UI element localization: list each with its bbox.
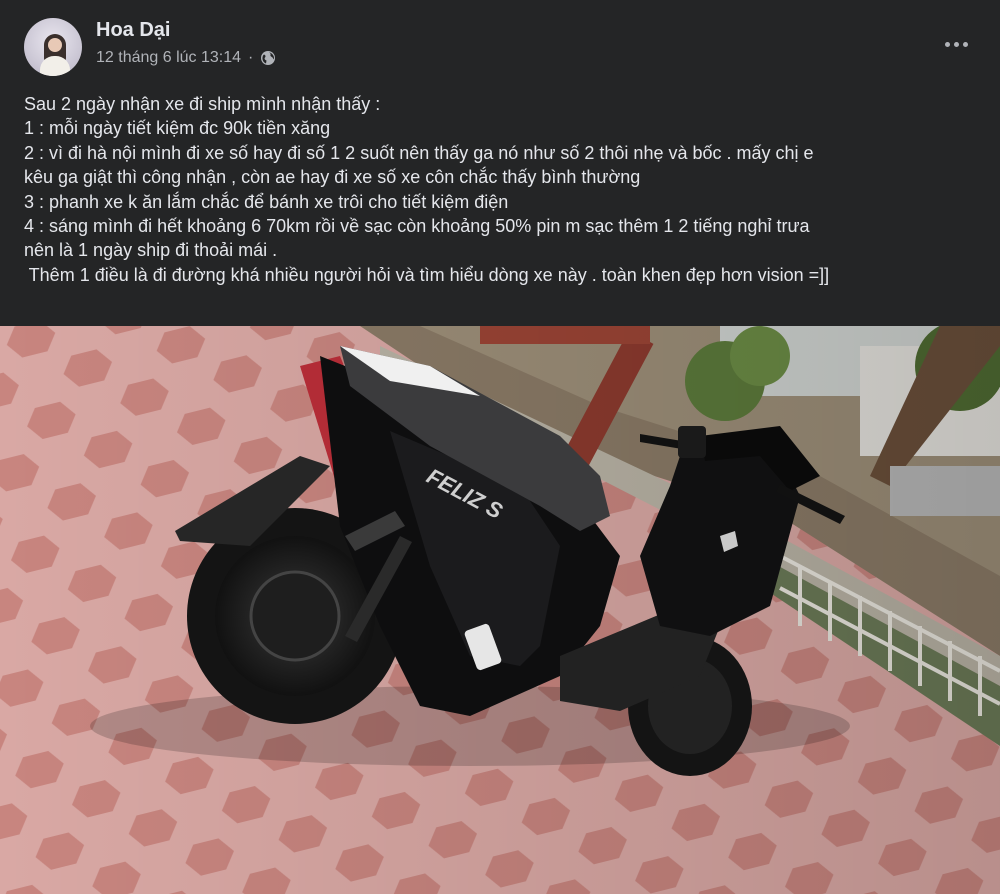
more-horizontal-icon [953,41,959,47]
post-text-line: Sau 2 ngày nhận xe đi ship mình nhận thấ… [24,94,381,114]
post-text-line: 4 : sáng mình đi hết khoảng 6 70km rồi v… [24,216,810,237]
more-horizontal-icon [962,41,968,47]
facebook-post: Hoa Dại 12 tháng 6 lúc 13:14 · Sau 2 ngà… [0,0,1000,894]
avatar-face [48,38,62,52]
post-text-line: 2 : vì đi hà nội mình đi xe số hay đi số… [24,142,814,163]
more-options-button[interactable] [938,30,974,58]
post-text-line: 3 : phanh xe k ăn lắm chắc để bánh xe tr… [24,191,509,212]
post-header: Hoa Dại 12 tháng 6 lúc 13:14 · [0,0,1000,88]
author-avatar[interactable] [24,18,82,76]
post-meta: 12 tháng 6 lúc 13:14 · [96,49,276,67]
post-text-line: kêu ga giật thì công nhận , còn ae hay đ… [24,167,641,188]
post-text-line: nên là 1 ngày ship đi thoải mái . [24,240,278,261]
post-photo[interactable]: FELIZ S [0,326,1000,894]
post-text-line: 1 : mỗi ngày tiết kiệm đc 90k tiền xăng [24,118,331,139]
post-timestamp[interactable]: 12 tháng 6 lúc 13:14 [96,49,241,67]
post-body-text: Sau 2 ngày nhận xe đi ship mình nhận thấ… [24,92,984,287]
author-name[interactable]: Hoa Dại [96,19,170,42]
globe-icon[interactable] [260,50,276,66]
meta-separator: · [248,49,254,66]
post-text-line: Thêm 1 điều là đi đường khá nhiều người … [24,264,830,285]
more-horizontal-icon [944,41,950,47]
avatar-body [40,56,70,76]
